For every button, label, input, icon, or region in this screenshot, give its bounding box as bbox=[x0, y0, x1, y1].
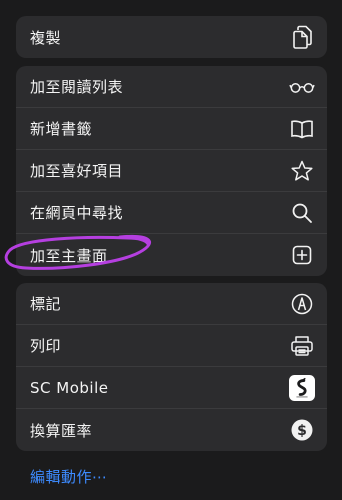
markup-action[interactable]: 標記 bbox=[16, 283, 327, 325]
markup-icon bbox=[289, 291, 315, 317]
book-icon bbox=[289, 116, 315, 142]
add-to-home-screen-action[interactable]: 加至主畫面 bbox=[16, 234, 327, 276]
copy-icon bbox=[289, 24, 315, 50]
add-bookmark-label: 新增書籤 bbox=[30, 120, 93, 138]
currency-conversion-label: 換算匯率 bbox=[30, 421, 93, 440]
dollar-icon: $ bbox=[289, 417, 315, 443]
share-sheet: 複製 加至閱讀列表 新增書籤 加至喜好項目 在網頁中尋找 加至主畫面 標記 列印… bbox=[0, 0, 342, 500]
add-to-reading-list-label: 加至閱讀列表 bbox=[30, 78, 124, 96]
add-square-icon bbox=[289, 242, 315, 268]
add-to-favorites-label: 加至喜好項目 bbox=[30, 162, 124, 180]
add-bookmark-action[interactable]: 新增書籤 bbox=[16, 108, 327, 150]
sc-mobile-label: SC Mobile bbox=[30, 378, 109, 397]
sc-mobile-app-icon bbox=[289, 374, 315, 401]
currency-conversion-action[interactable]: 換算匯率 $ bbox=[16, 409, 327, 451]
print-label: 列印 bbox=[30, 337, 62, 355]
printer-icon bbox=[289, 333, 315, 359]
star-icon bbox=[289, 158, 315, 184]
add-to-home-screen-label: 加至主畫面 bbox=[30, 246, 108, 265]
copy-label: 複製 bbox=[30, 28, 62, 47]
find-on-page-label: 在網頁中尋找 bbox=[30, 204, 124, 222]
menu-group-copy: 複製 bbox=[16, 16, 327, 58]
add-to-reading-list-action[interactable]: 加至閱讀列表 bbox=[16, 66, 327, 108]
menu-group-extensions: 標記 列印 SC Mobile 換算匯率 $ bbox=[16, 283, 327, 451]
menu-group-page-actions: 加至閱讀列表 新增書籤 加至喜好項目 在網頁中尋找 加至主畫面 bbox=[16, 66, 327, 276]
print-action[interactable]: 列印 bbox=[16, 325, 327, 367]
svg-text:$: $ bbox=[297, 423, 307, 439]
add-to-favorites-action[interactable]: 加至喜好項目 bbox=[16, 150, 327, 192]
edit-actions-link[interactable]: 編輯動作⋯ bbox=[30, 466, 108, 487]
search-icon bbox=[289, 200, 315, 226]
copy-action[interactable]: 複製 bbox=[16, 16, 327, 58]
find-on-page-action[interactable]: 在網頁中尋找 bbox=[16, 192, 327, 234]
sc-mobile-action[interactable]: SC Mobile bbox=[16, 367, 327, 409]
glasses-icon bbox=[289, 74, 315, 100]
markup-label: 標記 bbox=[30, 295, 62, 313]
